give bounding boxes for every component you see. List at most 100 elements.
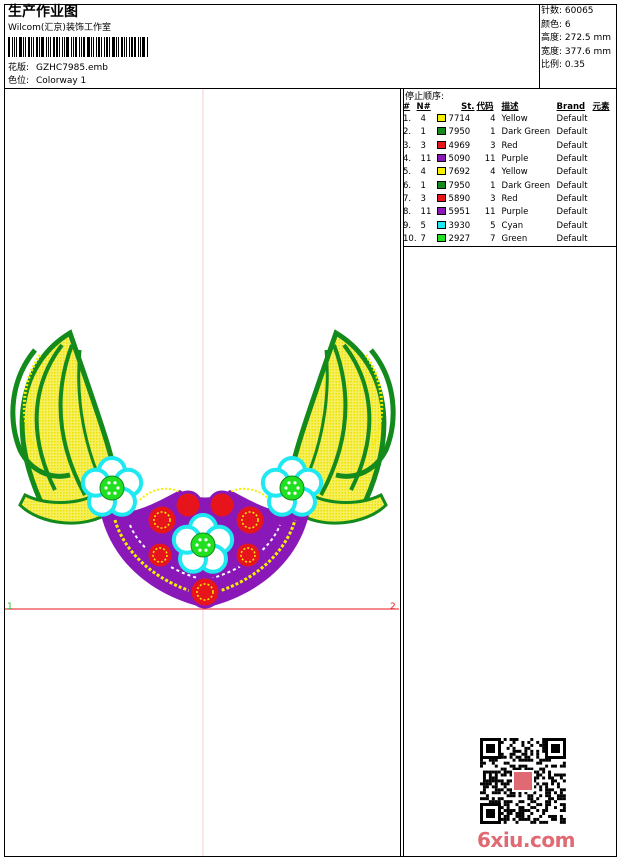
qr-module <box>545 782 549 786</box>
qr-finder-core <box>551 744 560 753</box>
qr-module <box>562 803 566 807</box>
qr-module <box>512 764 516 768</box>
qr-module <box>518 817 522 821</box>
qr-module <box>503 817 507 821</box>
flower-seed <box>293 481 297 485</box>
qr-module <box>488 782 492 786</box>
qr-module <box>530 797 534 801</box>
qr-module <box>562 788 566 792</box>
watermark-logo: 6xiu.com <box>477 828 575 852</box>
qr-module <box>518 755 522 759</box>
flower-seed <box>113 491 117 495</box>
qr-module <box>559 797 563 801</box>
qr-module <box>554 773 557 777</box>
qr-module <box>524 758 528 762</box>
qr-module <box>515 749 519 753</box>
qr-module <box>494 782 498 786</box>
qr-module <box>536 740 540 744</box>
qr-module <box>539 773 543 777</box>
qr-module <box>497 791 501 795</box>
qr-module <box>482 773 486 777</box>
qr-module <box>559 776 563 780</box>
qr-module <box>503 782 507 786</box>
qr-module <box>562 817 566 821</box>
qr-module <box>524 746 528 750</box>
qr-module <box>536 782 540 786</box>
qr-module <box>518 814 522 818</box>
qr-module <box>509 812 513 815</box>
qr-module <box>518 749 522 753</box>
qr-module <box>542 738 546 741</box>
qr-module <box>527 809 531 812</box>
qr-module <box>503 767 507 771</box>
qr-module <box>559 809 563 812</box>
qr-module <box>509 738 513 741</box>
qr-module <box>545 809 549 812</box>
qr-module <box>562 773 566 777</box>
qr-module <box>503 773 507 777</box>
qr-module <box>518 812 522 815</box>
qr-module <box>521 806 525 810</box>
qr-module <box>482 797 486 801</box>
qr-module <box>500 752 504 756</box>
qr-module <box>515 803 519 807</box>
qr-module <box>562 761 566 765</box>
qr-module <box>512 794 516 798</box>
qr-module <box>548 791 552 795</box>
qr-module <box>500 806 504 810</box>
qr-module <box>512 809 516 812</box>
qr-module <box>494 773 498 777</box>
qr-module <box>494 764 498 768</box>
qr-module <box>536 809 540 812</box>
qr-module <box>524 809 528 812</box>
qr-module <box>521 800 525 804</box>
qr-module <box>506 806 510 810</box>
qr-module <box>539 743 543 747</box>
qr-module <box>533 820 537 824</box>
qr-module <box>554 806 557 810</box>
qr-module <box>488 773 492 777</box>
qr-module <box>545 764 549 768</box>
qr-module <box>551 779 554 783</box>
qr-module <box>556 785 560 789</box>
qr-module <box>545 788 549 792</box>
qr-module <box>530 738 534 741</box>
qr-module <box>556 797 560 801</box>
qr-module <box>500 740 504 744</box>
qr-module <box>494 800 498 804</box>
flower-seed <box>104 486 108 490</box>
qr-module <box>542 743 546 747</box>
qr-module <box>559 773 563 777</box>
qr-module <box>521 764 525 768</box>
qr-module <box>500 812 504 815</box>
qr-module <box>533 806 537 810</box>
qr-module <box>548 776 552 780</box>
flower-seed <box>198 538 202 542</box>
flower-seed <box>204 548 208 552</box>
qr-module <box>488 779 492 783</box>
qr-module <box>559 820 563 824</box>
qr-module <box>554 764 557 768</box>
qr-module <box>518 794 522 798</box>
start-marker: 1 <box>7 602 13 612</box>
qr-module <box>500 797 504 801</box>
qr-module <box>554 817 557 821</box>
qr-module <box>512 749 516 753</box>
qr-module <box>536 752 540 756</box>
flower-seed <box>113 481 117 485</box>
flower-seed <box>198 548 202 552</box>
qr-module <box>530 749 534 753</box>
qr-module <box>506 800 510 804</box>
qr-module <box>527 803 531 807</box>
qr-module <box>512 740 516 744</box>
qr-module <box>548 788 552 792</box>
qr-module <box>530 820 534 824</box>
qr-module <box>515 755 519 759</box>
qr-module <box>509 794 513 798</box>
qr-module <box>515 812 519 815</box>
qr-module <box>482 791 486 795</box>
qr-module <box>542 770 546 774</box>
qr-finder-core <box>486 744 495 753</box>
qr-module <box>524 764 528 768</box>
qr-module <box>548 797 552 801</box>
